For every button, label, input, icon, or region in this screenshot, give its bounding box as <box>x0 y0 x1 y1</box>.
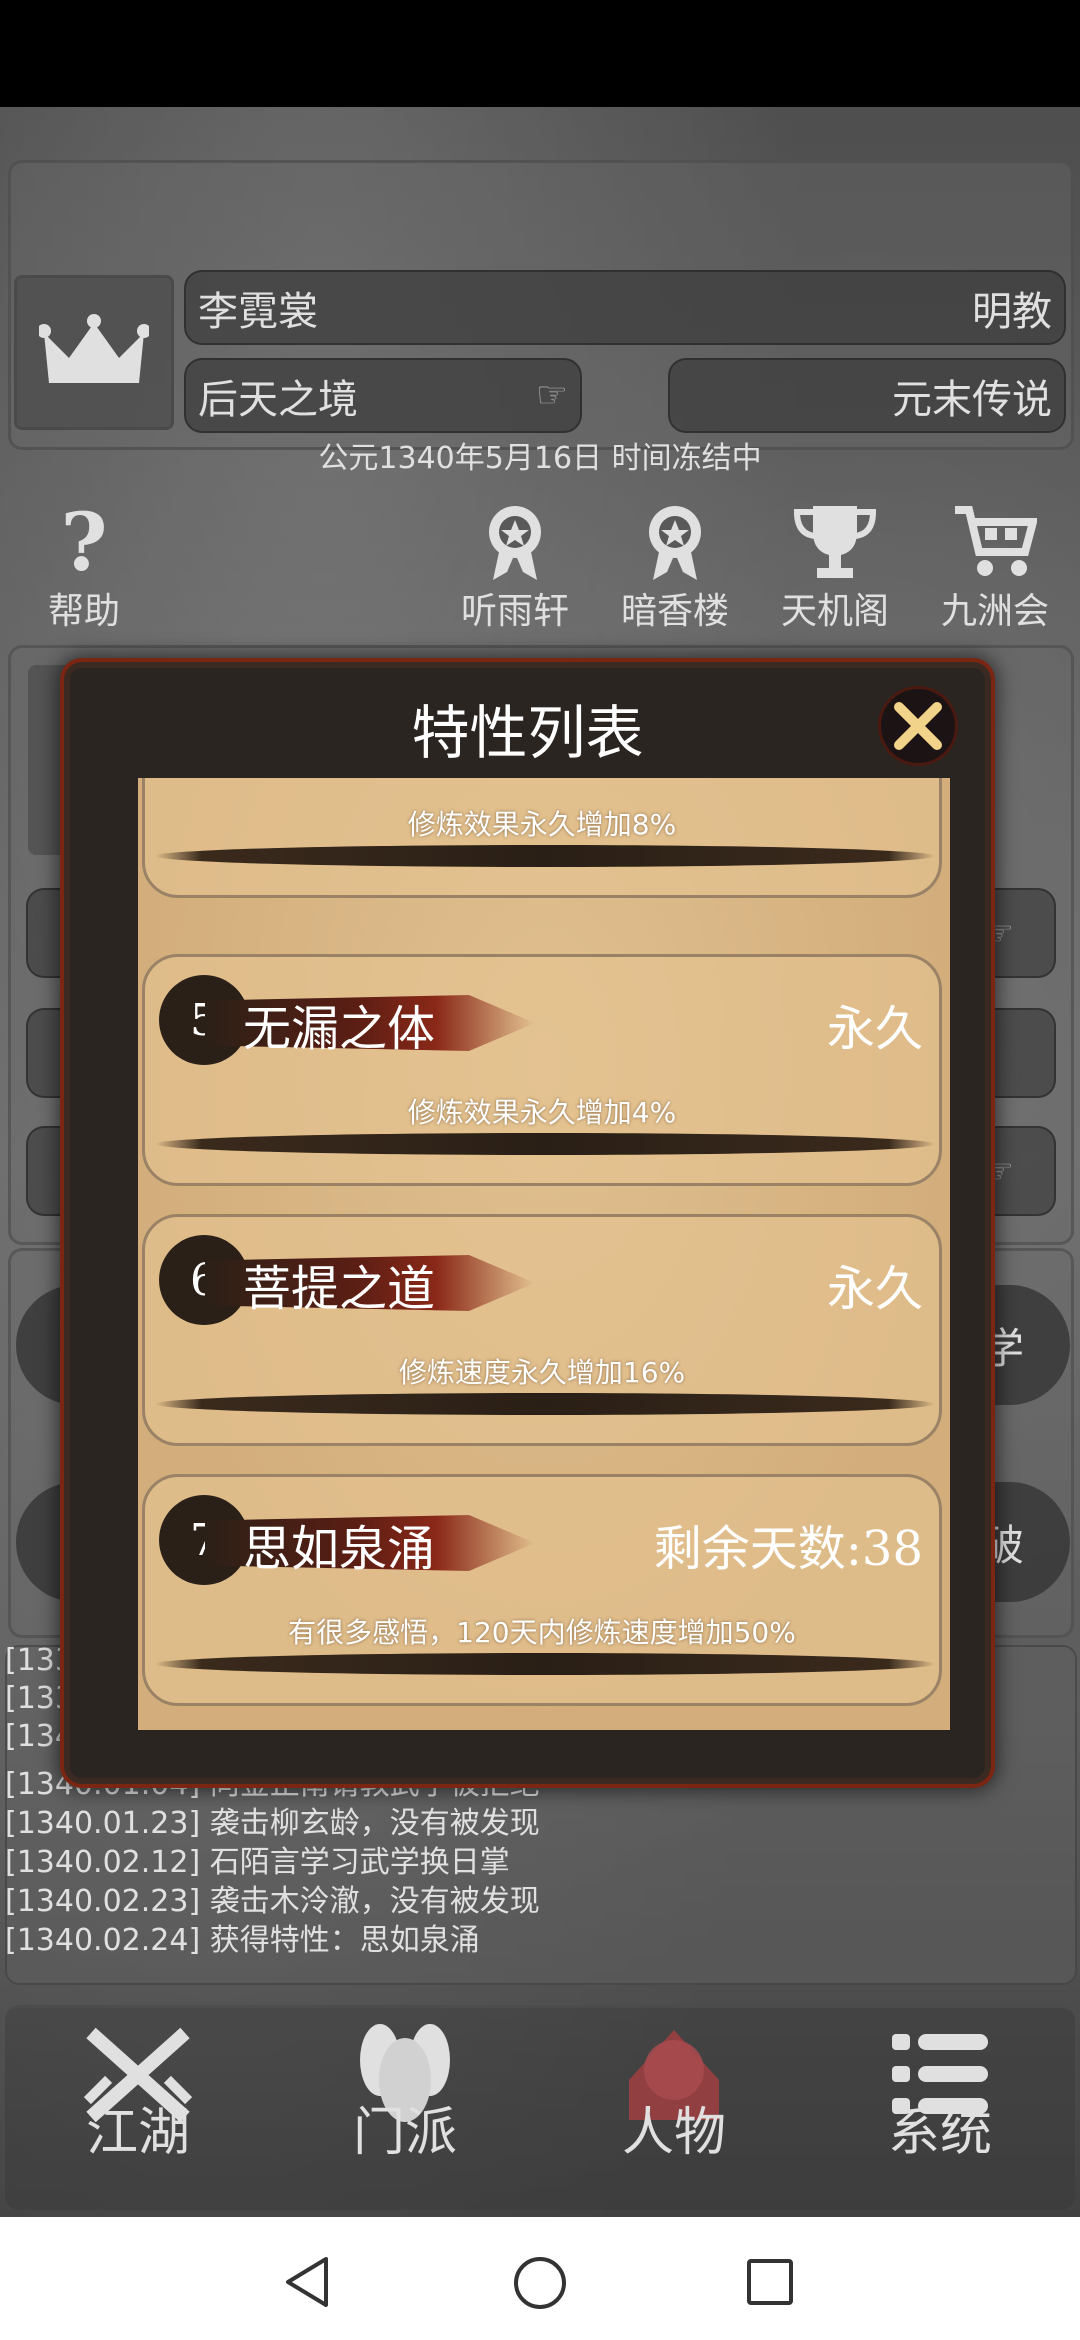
trait-duration: 永久 <box>826 1261 923 1317</box>
trait-name: 思如泉涌 <box>243 1521 436 1577</box>
ink-stroke <box>155 845 935 867</box>
trait-description: 修炼效果永久增加8% <box>407 808 677 841</box>
trait-duration: 剩余天数:38 <box>653 1521 923 1577</box>
trait-name: 菩提之道 <box>243 1261 436 1317</box>
back-icon[interactable] <box>282 2255 332 2309</box>
ink-stroke <box>155 1133 935 1155</box>
trait-duration: 永久 <box>826 1001 923 1057</box>
recents-icon[interactable] <box>745 2257 795 2307</box>
traits-list[interactable]: 4 修炼效果永久增加8% 5 无漏之体 永久 修炼效果永久增加4% 6 菩提之道… <box>138 778 950 1730</box>
modal-title: 特性列表 <box>411 698 644 767</box>
system-nav-bar <box>0 2217 1080 2340</box>
ink-stroke <box>155 1393 935 1415</box>
trait-description: 修炼效果永久增加4% <box>407 1096 677 1129</box>
close-button[interactable] <box>878 686 958 766</box>
trait-card: 7 思如泉涌 剩余天数:38 有很多感悟，120天内修炼速度增加50% <box>142 1474 942 1706</box>
home-icon[interactable] <box>512 2255 568 2311</box>
trait-description: 有很多感悟，120天内修炼速度增加50% <box>288 1616 796 1649</box>
close-icon <box>894 702 942 750</box>
trait-name: 无漏之体 <box>243 1001 436 1057</box>
status-bar <box>0 0 1080 107</box>
trait-card: 6 菩提之道 永久 修炼速度永久增加16% <box>142 1214 942 1446</box>
trait-card: 5 无漏之体 永久 修炼效果永久增加4% <box>142 954 942 1186</box>
ink-stroke <box>155 1653 935 1675</box>
trait-card: 4 修炼效果永久增加8% <box>142 778 942 898</box>
trait-description: 修炼速度永久增加16% <box>398 1356 686 1389</box>
